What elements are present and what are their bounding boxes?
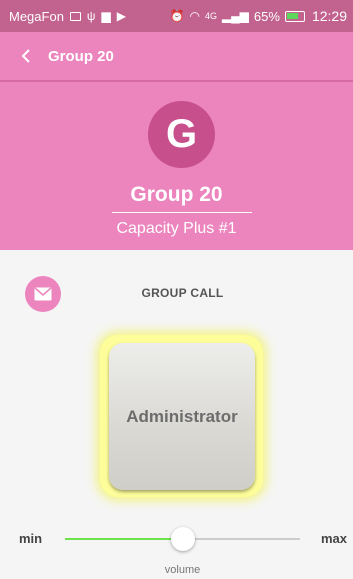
volume-max-label: max bbox=[321, 531, 348, 546]
battery-icon bbox=[284, 10, 305, 22]
volume-min-label: min bbox=[19, 531, 43, 546]
call-type-label: GROUP CALL bbox=[141, 286, 224, 300]
image-notification-icon bbox=[69, 11, 81, 21]
play-store-icon: ▶ bbox=[116, 9, 126, 23]
slider-fill bbox=[65, 538, 183, 540]
divider bbox=[112, 212, 252, 213]
push-to-talk-button[interactable]: Administrator bbox=[109, 343, 255, 490]
battery-percent: 65% bbox=[253, 8, 280, 24]
alarm-icon: ⏰ bbox=[169, 9, 185, 23]
volume-label: volume bbox=[164, 564, 201, 576]
usb-icon: ψ bbox=[86, 9, 96, 23]
status-right: ⏰ ◠ 4G ▂▄▆ 65% 12:29 bbox=[170, 8, 348, 24]
clock-time: 12:29 bbox=[311, 8, 347, 24]
signal-icon: ▂▄▆ bbox=[221, 9, 249, 23]
group-name: Group 20 bbox=[130, 183, 223, 206]
app-bar: Group 20 bbox=[0, 32, 353, 80]
group-subtitle: Capacity Plus #1 bbox=[116, 220, 237, 237]
slider-thumb[interactable] bbox=[170, 527, 195, 551]
notification-icon: ▆ bbox=[101, 9, 111, 23]
wifi-icon: ◠ bbox=[189, 9, 200, 23]
carrier-name: MegaFon bbox=[9, 8, 64, 24]
ptt-label: Administrator bbox=[126, 406, 238, 426]
status-left: MegaFon ψ ▆ ▶ bbox=[9, 9, 126, 24]
group-header: G Group 20 Capacity Plus #1 bbox=[0, 82, 353, 250]
volume-slider[interactable] bbox=[65, 526, 300, 552]
back-button[interactable] bbox=[14, 44, 38, 68]
app-bar-title: Group 20 bbox=[48, 47, 114, 65]
network-type: 4G bbox=[204, 10, 217, 21]
status-bar: MegaFon ψ ▆ ▶ ⏰ ◠ 4G ▂▄▆ 65% 12:29 bbox=[0, 0, 353, 32]
avatar: G bbox=[148, 101, 215, 168]
chevron-left-icon bbox=[21, 49, 30, 63]
